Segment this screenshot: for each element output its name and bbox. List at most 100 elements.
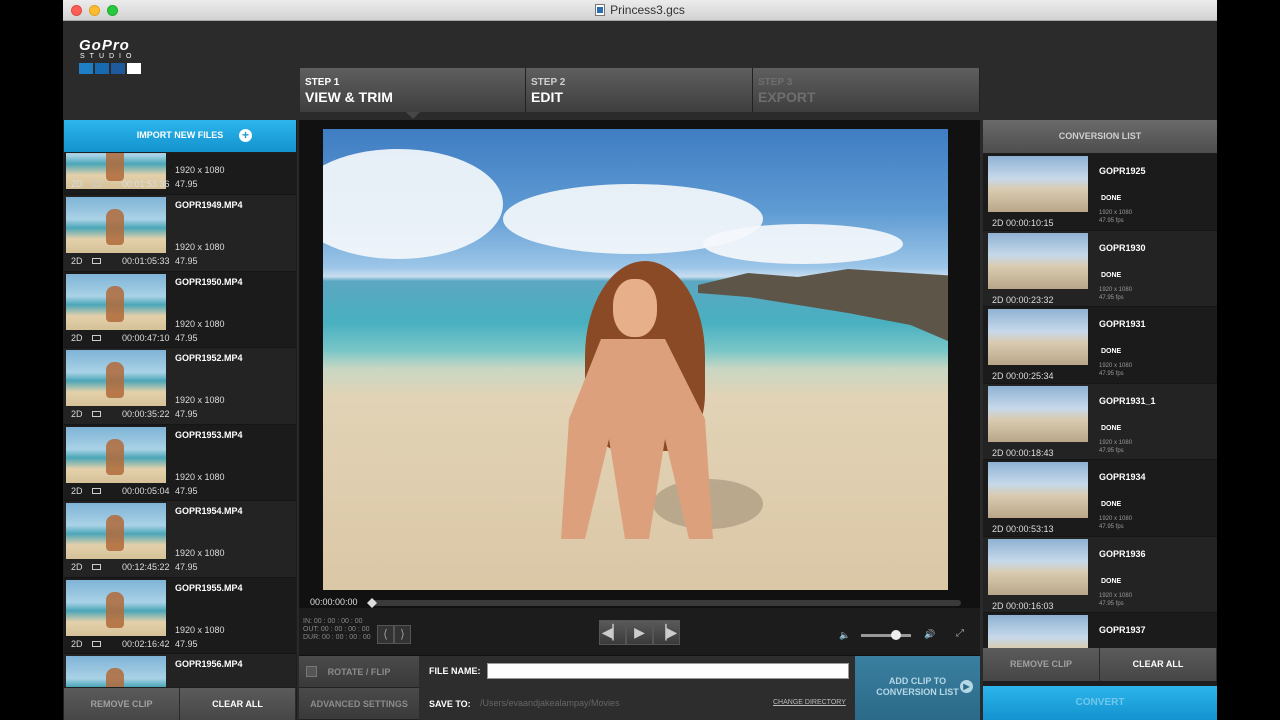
player-panel: 00:00:00:00 IN: 00 : 00 : 00 : 00 OUT: 0… [299,120,980,720]
rotate-flip-button[interactable]: ROTATE / FLIP [299,656,419,688]
step-forward-icon[interactable]: ▕▶ [653,620,680,645]
clear-all-button[interactable]: CLEAR ALL [180,688,296,720]
clip-resolution: 1920 x 1080 [1099,210,1133,216]
logo-square [111,63,125,74]
clip-thumbnail [988,615,1088,648]
volume-knob[interactable] [891,630,901,640]
file-mode: 2D [71,332,83,343]
app-window: Princess3.gcs GoPro STUDIO STEP 1 VIEW &… [63,0,1217,720]
gopro-logo: GoPro STUDIO [79,37,159,74]
tab-export[interactable]: STEP 3 EXPORT [753,68,980,112]
file-resolution: 1920 x 1080 [175,242,225,252]
file-fps: 47.95 [175,332,198,343]
document-icon [595,4,606,16]
file-list-item[interactable]: GOPR1949.MP4 1920 x 1080 2D 00:01:05:33 … [64,195,296,272]
file-list-item[interactable]: GOPR1954.MP4 1920 x 1080 2D 00:12:45:22 … [64,501,296,578]
clip-mode-duration: 2D 00:00:10:15 [992,218,1054,228]
file-resolution: 1920 x 1080 [175,395,225,405]
file-list[interactable]: 1920 x 1080 2D 00:01:53:36 47.95 GOPR194… [64,153,296,687]
mark-in-button[interactable]: ⟨ [377,625,394,644]
clear-all-button[interactable]: CLEAR ALL [1100,648,1217,681]
file-fps: 47.95 [175,638,198,649]
conversion-status: DONE [1101,348,1122,355]
conversion-list-item[interactable]: GOPR1930 DONE 1920 x 1080 47.95 fps 2D 0… [983,230,1217,307]
volume-low-icon: 🔈 [839,630,851,640]
file-name: GOPR1953.MP4 [175,429,243,440]
arrow-right-icon: ▶ [960,680,973,693]
playhead[interactable] [367,598,377,608]
conversion-list-item[interactable]: GOPR1925 DONE 1920 x 1080 47.95 fps 2D 0… [983,154,1217,231]
clip-resolution: 1920 x 1080 [1099,516,1133,522]
change-directory-link[interactable]: CHANGE DIRECTORY [773,699,846,706]
remove-clip-button[interactable]: REMOVE CLIP [983,648,1100,681]
remove-clip-button[interactable]: REMOVE CLIP [64,688,180,720]
step-name: VIEW & TRIM [305,89,393,105]
window-title: Princess3.gcs [610,3,685,17]
file-mode: 2D [71,409,83,419]
clip-mode-duration: 2D 00:00:25:34 [992,371,1054,381]
conversion-status: DONE [1101,424,1122,432]
cloud [703,224,903,264]
file-name: GOPR1950.MP4 [175,276,243,287]
clip-fps: 47.95 fps [1099,371,1124,377]
conversion-list-item[interactable]: GOPR1937 [983,613,1217,648]
file-name: GOPR1955.MP4 [175,582,243,593]
file-list-item[interactable]: GOPR1953.MP4 1920 x 1080 2D 00:00:05:04 … [64,424,296,501]
file-list-item[interactable]: GOPR1955.MP4 1920 x 1080 2D 00:02:16:42 … [64,577,296,654]
conversion-list-item[interactable]: GOPR1934 DONE 1920 x 1080 47.95 fps 2D 0… [983,460,1217,537]
conversion-status: DONE [1101,195,1122,202]
file-list-item[interactable]: GOPR1956.MP4 [64,654,296,687]
file-resolution: 1920 x 1080 [175,548,225,558]
tab-edit[interactable]: STEP 2 EDIT [526,68,753,112]
clip-info: 1920 x 1080 47.95 fps [1099,439,1132,455]
clip-thumbnail [66,350,166,406]
add-clip-to-conversion-list-button[interactable]: ADD CLIP TO CONVERSION LIST ▶ [855,656,980,720]
camera-icon [92,487,101,494]
camera-icon [92,640,101,647]
step-tabs: STEP 1 VIEW & TRIM STEP 2 EDIT STEP 3 EX… [300,68,980,119]
file-fps: 47.95 [175,256,198,266]
file-duration: 00:02:16:42 [122,638,170,649]
step-back-icon[interactable]: ◀▏ [599,620,626,645]
conversion-list-item[interactable]: GOPR1931 DONE 1920 x 1080 47.95 fps 2D 0… [983,307,1217,384]
scrub-bar[interactable] [367,598,961,608]
advanced-settings-button[interactable]: ADVANCED SETTINGS [299,688,419,720]
file-list-item[interactable]: GOPR1950.MP4 1920 x 1080 2D 00:00:47:10 … [64,271,296,348]
file-list-item[interactable]: GOPR1952.MP4 1920 x 1080 2D 00:00:35:22 … [64,348,296,425]
play-icon[interactable]: ▶ [626,620,653,645]
conversion-list-item[interactable]: GOPR1931_1 DONE 1920 x 1080 47.95 fps 2D… [983,383,1217,460]
person-face [613,279,657,337]
clip-mode-duration: 2D 00:00:53:13 [992,524,1054,534]
conversion-list[interactable]: GOPR1925 DONE 1920 x 1080 47.95 fps 2D 0… [983,154,1217,648]
volume-high-icon: 🔊 [924,629,936,639]
rotate-flip-checkbox[interactable] [306,666,317,677]
tab-view-trim[interactable]: STEP 1 VIEW & TRIM [300,68,526,119]
camera-icon [92,258,101,264]
video-preview[interactable] [323,129,948,590]
fullscreen-icon[interactable]: ⤢ [956,628,964,639]
conversion-list-item[interactable]: GOPR1936 DONE 1920 x 1080 47.95 fps 2D 0… [983,536,1217,613]
clip-mode-duration: 2D 00:00:16:03 [992,600,1054,611]
volume-slider[interactable] [861,634,911,637]
file-list-item[interactable]: 1920 x 1080 2D 00:01:53:36 47.95 [64,153,296,195]
mark-out-button[interactable]: ⟩ [394,625,411,644]
clip-thumbnail [66,656,166,687]
clip-resolution: 1920 x 1080 [1099,363,1133,369]
file-fps: 47.95 [175,485,198,496]
left-action-bar: REMOVE CLIP CLEAR ALL [64,688,296,720]
title-wrap: Princess3.gcs [63,3,1217,17]
file-name-input[interactable] [487,663,849,679]
media-bin-panel: IMPORT NEW FILES + 1920 x 1080 2D 00:01:… [63,120,297,720]
logo-squares [79,63,159,74]
logo-square [95,63,109,74]
file-name: GOPR1954.MP4 [175,506,243,516]
file-mode: 2D [71,256,83,266]
clip-thumbnail [988,309,1088,365]
cloud [323,149,503,259]
import-new-files-button[interactable]: IMPORT NEW FILES + [64,120,296,152]
conversion-status: DONE [1101,501,1122,508]
convert-button[interactable]: CONVERT [983,686,1217,720]
clip-info: 1920 x 1080 47.95 fps [1099,515,1132,531]
out-point: OUT: 00 : 00 : 00 : 00 [303,626,370,633]
file-duration: 00:12:45:22 [122,562,170,572]
